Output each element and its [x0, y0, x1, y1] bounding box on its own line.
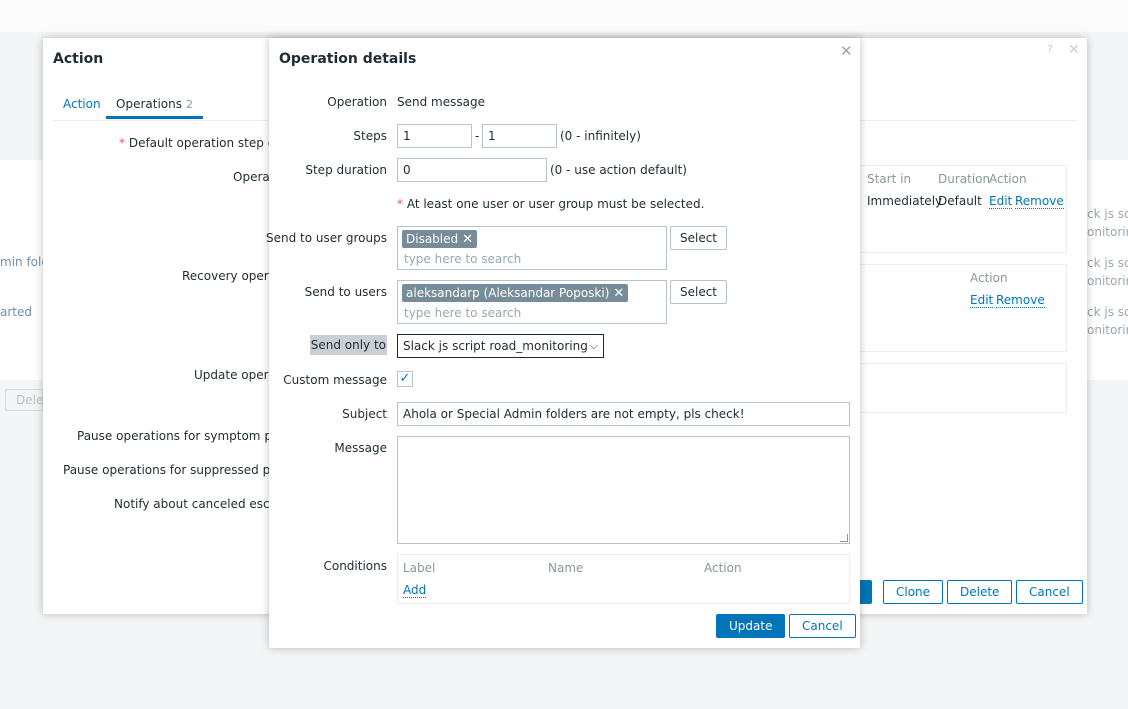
remove-recovery-link[interactable]: Remove [996, 293, 1045, 308]
clone-button[interactable]: Clone [883, 580, 944, 604]
select-user-groups-button[interactable]: Select [670, 226, 727, 250]
bg-row-text: ck js scr [1087, 207, 1128, 221]
user-groups-search-input[interactable]: type here to search [404, 252, 521, 266]
users-search-input[interactable]: type here to search [404, 306, 521, 320]
recovery-operations-label: Recovery opera [182, 269, 269, 283]
message-label: Message [334, 441, 387, 455]
row-start-in: Immediately [867, 194, 943, 208]
message-textarea[interactable] [397, 436, 850, 544]
user-chip-label: aleksandarp (Aleksandar Poposki) [406, 286, 610, 300]
close-icon[interactable]: ✕ [840, 42, 853, 60]
conditions-header-name: Name [548, 561, 584, 575]
edit-operation-link[interactable]: Edit [989, 194, 1013, 209]
resize-handle[interactable] [840, 534, 848, 542]
custom-message-label: Custom message [283, 373, 387, 387]
remove-operation-link[interactable]: Remove [1015, 194, 1064, 209]
subject-input[interactable]: Ahola or Special Admin folders are not e… [397, 402, 850, 426]
bg-row-text: ck js scr [1087, 305, 1128, 319]
steps-label: Steps [353, 129, 387, 143]
conditions-header-action: Action [704, 561, 742, 575]
conditions-header-label: Label [403, 561, 436, 575]
help-icon[interactable]: ? [1047, 43, 1053, 56]
close-icon[interactable]: ✕ [1068, 42, 1080, 58]
update-button[interactable]: Update [716, 614, 786, 638]
step-duration-label: Step duration [305, 163, 387, 177]
users-multiselect[interactable]: aleksandarp (Aleksandar Poposki) ✕ type h… [397, 280, 667, 324]
edit-recovery-link[interactable]: Edit [970, 293, 994, 308]
notify-canceled-label: Notify about canceled escalat [114, 497, 269, 511]
send-to-user-groups-label: Send to user groups [266, 231, 387, 245]
action-dialog-title: Action [53, 51, 104, 67]
recovery-operations-table [860, 264, 1067, 352]
operations-label: Operat [233, 170, 269, 184]
select-users-button[interactable]: Select [670, 280, 727, 304]
bg-row-text: onitoring [1087, 323, 1128, 337]
steps-hint: (0 - infinitely) [560, 129, 641, 143]
update-operations-label: Update operat [194, 368, 269, 382]
user-groups-multiselect[interactable]: Disabled ✕ type here to search [397, 226, 667, 270]
cancel-action-button[interactable]: Cancel [1016, 580, 1083, 604]
user-group-chip: Disabled ✕ [402, 230, 478, 248]
conditions-label: Conditions [323, 559, 387, 573]
table-header-duration: Duration [938, 172, 991, 186]
delete-button[interactable]: Delete [947, 580, 1013, 604]
bg-row-text[interactable]: arted [0, 305, 43, 319]
remove-chip-icon[interactable]: ✕ [613, 286, 624, 301]
update-operations-table [860, 363, 1067, 413]
table-header-action: Action [989, 172, 1027, 186]
row-duration: Default [938, 194, 982, 208]
operation-details-dialog: Operation details ✕ Operation Send messa… [266, 38, 860, 648]
bg-delete-button[interactable]: Dele [5, 389, 43, 411]
steps-to-input[interactable]: 1 [482, 124, 557, 148]
user-group-chip-label: Disabled [406, 232, 459, 246]
tab-operations-count: 2 [185, 98, 193, 111]
step-duration-hint: (0 - use action default) [550, 163, 687, 177]
required-note-text: At least one user or user group must be … [406, 197, 705, 211]
tab-action[interactable]: Action [63, 97, 101, 119]
send-only-to-select[interactable]: Slack js script road_monitoring ⌵ [397, 334, 604, 358]
step-duration-input[interactable]: 0 [397, 158, 547, 182]
pause-suppressed-label: Pause operations for suppressed probl [63, 463, 269, 477]
chevron-down-icon: ⌵ [589, 339, 598, 352]
steps-separator: - [475, 129, 480, 143]
default-step-duration-text: Default operation step dura [128, 136, 269, 150]
default-step-duration-label: * Default operation step dura [119, 136, 269, 150]
bg-row-text: onitoring [1087, 225, 1128, 239]
custom-message-checkbox[interactable]: ✓ [397, 371, 413, 387]
operation-label: Operation [327, 95, 387, 109]
bg-row-text: onitoring [1087, 274, 1128, 288]
operation-value: Send message [397, 95, 485, 109]
send-only-to-value: Slack js script road_monitoring [403, 339, 588, 353]
bg-row-text[interactable]: min fold [0, 255, 43, 269]
conditions-table: Label Name Action Add [397, 554, 850, 604]
table-header-start-in: Start in [867, 172, 912, 186]
subject-label: Subject [342, 407, 387, 421]
pause-symptom-label: Pause operations for symptom probl [77, 429, 269, 443]
send-only-to-label: Send only to [309, 335, 387, 355]
remove-chip-icon[interactable]: ✕ [462, 232, 473, 247]
user-chip: aleksandarp (Aleksandar Poposki) ✕ [402, 284, 629, 302]
cancel-button[interactable]: Cancel [789, 614, 856, 638]
required-note: * At least one user or user group must b… [397, 197, 705, 211]
steps-from-input[interactable]: 1 [397, 124, 472, 148]
operation-details-title: Operation details [279, 51, 417, 67]
bg-row-text: ck js scr [1087, 256, 1128, 270]
top-bar [0, 0, 1128, 32]
recovery-header-action: Action [970, 271, 1008, 285]
tab-operations[interactable]: Operations 2 [106, 97, 203, 119]
tab-operations-label: Operations [116, 97, 182, 111]
send-to-users-label: Send to users [304, 285, 387, 299]
add-condition-link[interactable]: Add [403, 583, 427, 598]
